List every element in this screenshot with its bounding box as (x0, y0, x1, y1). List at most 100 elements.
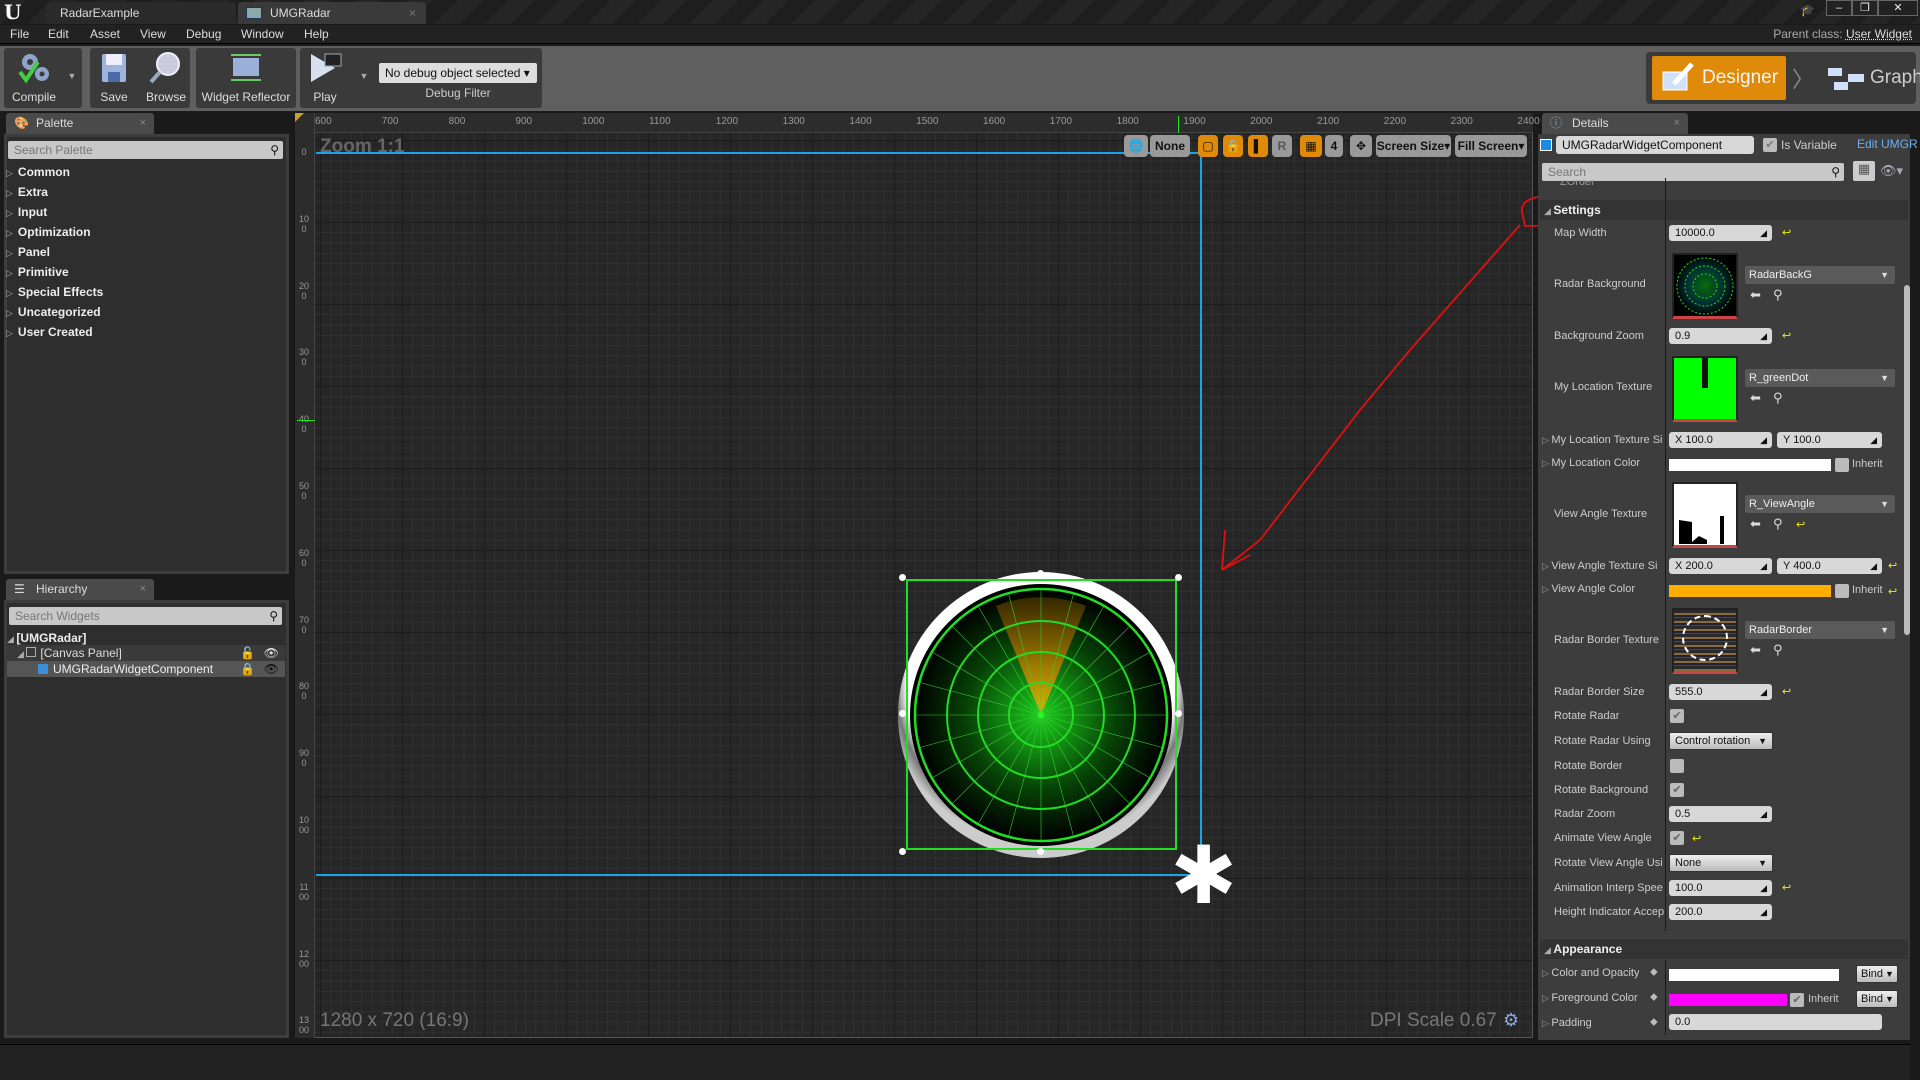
tab-umgradar[interactable]: UMGRadar × (238, 2, 426, 24)
use-selected-arrow-icon[interactable]: ⬅ (1750, 642, 1761, 658)
radar-background-thumbnail[interactable] (1672, 253, 1738, 319)
fill-screen-dropdown[interactable]: Fill Screen▾ (1455, 135, 1527, 157)
resize-handle[interactable] (1037, 570, 1044, 577)
reset-to-default-icon[interactable]: ↩ (1782, 329, 1791, 342)
property-matrix-icon[interactable]: ▦ (1853, 161, 1875, 181)
resize-handle[interactable] (899, 710, 906, 717)
use-selected-arrow-icon[interactable]: ⬅ (1750, 390, 1761, 406)
reset-to-default-icon[interactable]: ↩ (1888, 585, 1897, 598)
minimize-button[interactable]: – (1826, 0, 1852, 16)
is-variable-checkbox[interactable]: ✔ (1763, 138, 1777, 152)
my-location-color-swatch[interactable] (1669, 459, 1831, 471)
palette-category-panel[interactable]: ▷ Panel (6, 242, 50, 263)
radar-border-texture-asset-dropdown[interactable]: RadarBorder (1745, 621, 1895, 639)
browse-asset-icon[interactable]: ⚲ (1773, 642, 1783, 658)
rotate-view-angle-using-dropdown[interactable]: None (1669, 854, 1773, 872)
palette-tab[interactable]: 🎨 Palette × (6, 113, 154, 134)
animate-view-angle-checkbox[interactable]: ✔ (1670, 831, 1684, 845)
padding-input[interactable]: 0.0 (1669, 1014, 1882, 1030)
radar-border-texture-thumbnail[interactable] (1672, 608, 1738, 674)
anchor-icon[interactable]: ✱ (1170, 836, 1237, 916)
show-outline-toggle[interactable]: ▢ (1198, 135, 1218, 157)
localization-dropdown[interactable]: None (1150, 135, 1190, 157)
color-and-opacity-label[interactable]: Color and Opacity (1542, 967, 1639, 979)
my-location-color-label[interactable]: My Location Color (1542, 457, 1640, 469)
play-options-dropdown[interactable]: ▼ (356, 46, 372, 106)
tree-item-radar-component[interactable]: UMGRadarWidgetComponent 🔒 👁 (7, 661, 285, 677)
inherit-checkbox[interactable] (1835, 584, 1849, 598)
menu-view[interactable]: View (140, 25, 166, 44)
bind-button[interactable]: Bind (1856, 965, 1898, 983)
learn-cap-icon[interactable]: 🎓 (1800, 3, 1816, 17)
inherit-checkbox[interactable]: ✔ (1790, 993, 1804, 1007)
view-angle-texture-size-label[interactable]: View Angle Texture Si (1542, 560, 1664, 572)
appearance-section-header[interactable]: ◢ Appearance (1540, 939, 1908, 959)
browse-asset-icon[interactable]: ⚲ (1773, 516, 1783, 532)
widget-name-input[interactable]: UMGRadarWidgetComponent (1556, 136, 1754, 154)
palette-category-uncategorized[interactable]: ▷ Uncategorized (6, 302, 101, 323)
rotate-radar-checkbox[interactable]: ✔ (1670, 709, 1684, 723)
foreground-color-label[interactable]: Foreground Color (1542, 992, 1637, 1004)
close-icon[interactable]: × (1674, 113, 1680, 134)
hierarchy-tab[interactable]: ☰ Hierarchy × (6, 579, 154, 600)
view-angle-texture-thumbnail[interactable] (1672, 482, 1738, 548)
palette-category-input[interactable]: ▷ Input (6, 202, 47, 223)
save-button[interactable]: Save (92, 46, 136, 106)
color-and-opacity-swatch[interactable] (1669, 969, 1839, 981)
rotate-radar-using-dropdown[interactable]: Control rotation (1669, 732, 1773, 750)
details-tab[interactable]: ⓘ Details × (1542, 113, 1688, 134)
lock-icon[interactable]: 🔒 (240, 661, 255, 677)
use-selected-arrow-icon[interactable]: ⬅ (1750, 287, 1761, 303)
close-icon[interactable]: × (140, 113, 146, 134)
my-location-texture-asset-dropdown[interactable]: R_greenDot (1745, 369, 1895, 387)
details-column-splitter[interactable] (1665, 178, 1666, 931)
palette-category-special-effects[interactable]: ▷ Special Effects (6, 282, 103, 303)
menu-help[interactable]: Help (304, 25, 329, 44)
visibility-filter-eye-icon[interactable]: 👁▾ (1880, 163, 1903, 179)
animation-interp-speed-input[interactable]: 100.0 (1669, 880, 1772, 896)
widget-reflector-button[interactable]: Widget Reflector (198, 46, 294, 106)
radar-zoom-input[interactable]: 0.5 (1669, 806, 1772, 822)
resize-handle[interactable] (1175, 710, 1182, 717)
resize-handle[interactable] (1037, 848, 1044, 855)
reset-to-default-icon[interactable]: ↩ (1692, 832, 1701, 845)
grid-snap-toggle-icon[interactable]: ▦ (1300, 135, 1322, 157)
lock-toggle-icon[interactable]: 🔒 (1223, 135, 1243, 157)
visibility-eye-icon[interactable]: 👁 (264, 645, 279, 661)
map-width-input[interactable]: 10000.0 (1669, 225, 1772, 241)
palette-category-common[interactable]: ▷ Common (6, 162, 70, 183)
menu-edit[interactable]: Edit (48, 25, 69, 44)
tree-item-canvas-panel[interactable]: ◢ [Canvas Panel] 🔓 👁 (7, 645, 285, 661)
view-angle-color-label[interactable]: View Angle Color (1542, 583, 1635, 595)
bind-button[interactable]: Bind (1856, 990, 1898, 1008)
view-angle-color-swatch[interactable] (1669, 585, 1831, 597)
menu-asset[interactable]: Asset (90, 25, 120, 44)
browse-asset-icon[interactable]: ⚲ (1773, 287, 1783, 303)
my-location-texture-size-label[interactable]: My Location Texture Size (1542, 434, 1662, 446)
details-search-input[interactable]: Search ⚲ (1542, 163, 1844, 181)
reset-to-default-icon[interactable]: ↩ (1782, 685, 1791, 698)
menu-window[interactable]: Window (241, 25, 284, 44)
rotate-border-checkbox[interactable] (1670, 759, 1684, 773)
designer-mode-button[interactable]: Designer (1652, 56, 1786, 100)
background-zoom-input[interactable]: 0.9 (1669, 328, 1772, 344)
close-icon[interactable]: × (140, 579, 146, 600)
details-scrollbar[interactable] (1904, 285, 1910, 635)
height-indicator-accept-input[interactable]: 200.0 (1669, 904, 1772, 920)
reset-to-default-icon[interactable]: ↩ (1888, 559, 1897, 572)
view-angle-texture-asset-dropdown[interactable]: R_ViewAngle (1745, 495, 1895, 513)
compile-button[interactable]: Compile (4, 46, 64, 106)
reset-to-default-icon[interactable]: ↩ (1796, 518, 1805, 531)
foreground-color-swatch[interactable] (1669, 994, 1787, 1006)
palette-category-optimization[interactable]: ▷ Optimization (6, 222, 91, 243)
my-location-texture-thumbnail[interactable] (1672, 356, 1738, 422)
menu-file[interactable]: File (10, 25, 29, 44)
graph-mode-button[interactable]: Graph (1826, 56, 1920, 100)
reset-to-default-icon[interactable]: ↩ (1782, 226, 1791, 239)
palette-search-input[interactable]: Search Palette ⚲ (8, 141, 283, 159)
transform-toggle-icon[interactable]: ▌ (1248, 135, 1268, 157)
my-location-size-x-input[interactable]: X 100.0 (1669, 432, 1772, 448)
palette-category-primitive[interactable]: ▷ Primitive (6, 262, 69, 283)
reset-to-default-icon[interactable]: ↩ (1782, 881, 1791, 894)
browse-button[interactable]: Browse (142, 46, 190, 106)
